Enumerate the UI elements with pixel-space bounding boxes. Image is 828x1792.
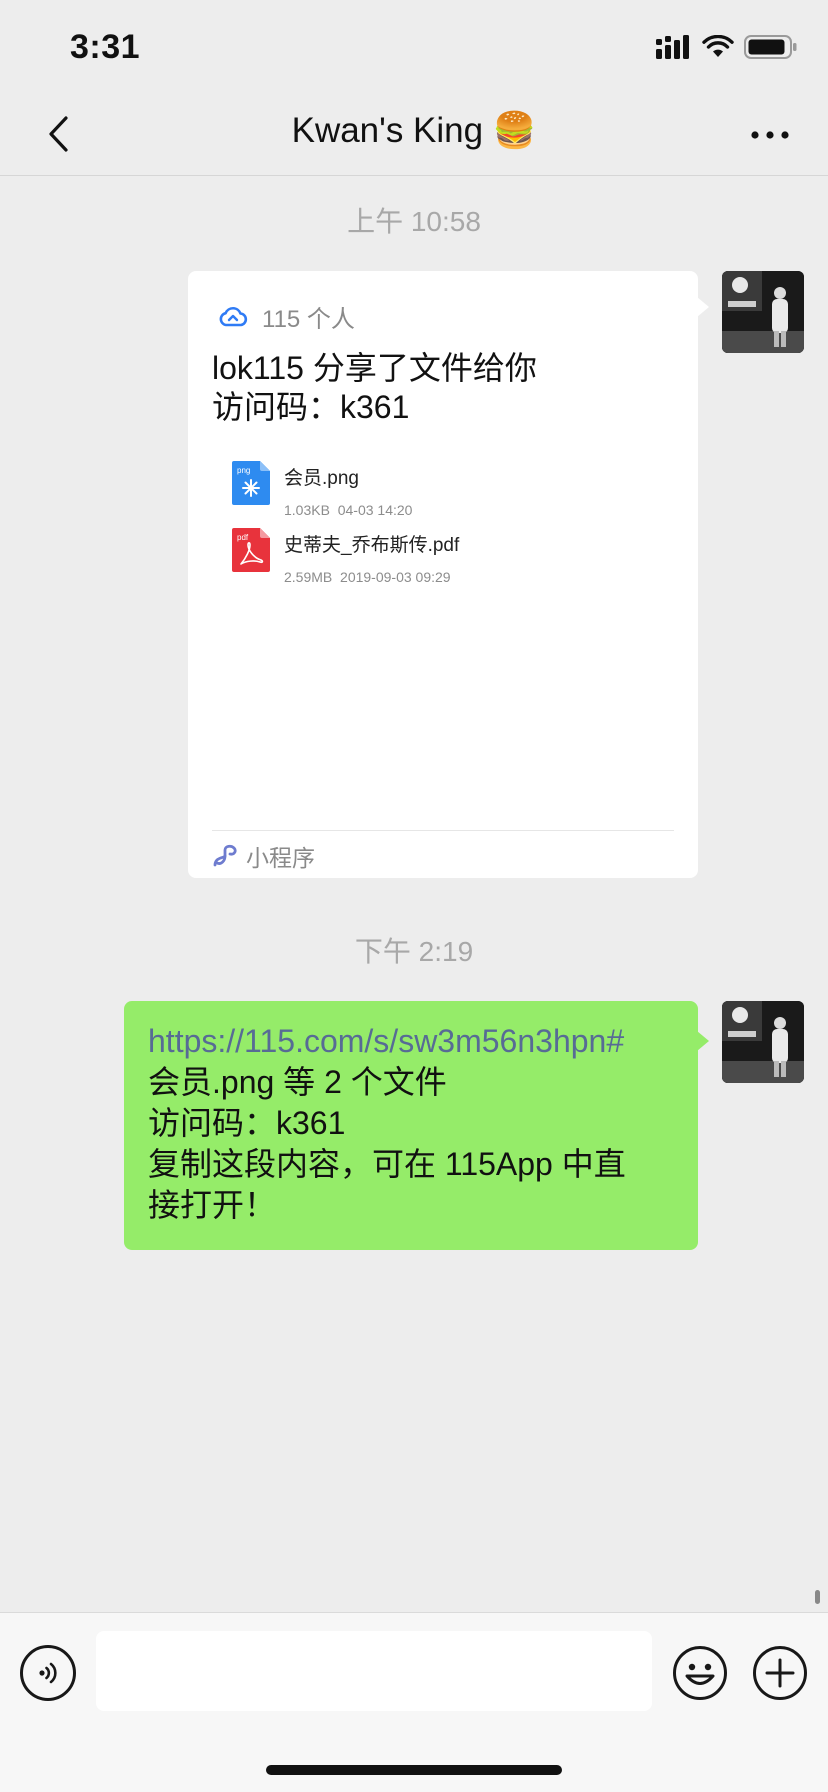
message-timestamp: 上午 10:58 [347, 206, 481, 237]
mini-program-header: 115 个人 [218, 299, 355, 334]
input-bar [0, 1612, 828, 1792]
text-message-bubble[interactable]: https://115.com/s/sw3m56n3hpn# 会员.png 等 … [124, 1001, 709, 1250]
share-title: lok115 分享了文件给你 访问码：k361 [212, 349, 672, 427]
mini-program-card[interactable]: 115 个人 lok115 分享了文件给你 访问码：k361 png 会员.pn… [188, 271, 709, 878]
status-bar: 3:31 [0, 0, 828, 92]
emoji-icon [673, 1646, 727, 1700]
file-name: 会员.png [284, 468, 359, 489]
message-line: 访问码：k361 [148, 1105, 346, 1141]
file-name: 史蒂夫_乔布斯传.pdf [284, 535, 460, 556]
share-title-line: lok115 分享了文件给你 [212, 350, 537, 386]
file-meta: 1.03KB 04-03 14:20 [284, 502, 412, 518]
avatar-photo [722, 271, 804, 353]
file-size: 1.03KB [284, 502, 330, 518]
chat-title: Kwan's King 🍔 [291, 111, 537, 150]
add-icon [753, 1646, 807, 1700]
status-icons [656, 34, 798, 60]
voice-button[interactable] [20, 1645, 76, 1701]
file-date: 2019-09-03 09:29 [340, 569, 451, 585]
file-item[interactable]: pdf 史蒂夫_乔布斯传.pdf 2.59MB 2019-09-03 09:29 [232, 528, 459, 585]
mini-program-label: 小程序 [246, 845, 315, 871]
message-line: 复制这段内容，可在 115App 中直 [148, 1146, 626, 1182]
file-item[interactable]: png 会员.png 1.03KB 04-03 14:20 [232, 461, 412, 518]
avatar[interactable] [722, 1001, 804, 1083]
access-code-line: 访问码：k361 [212, 389, 410, 425]
voice-icon [39, 1662, 57, 1684]
mini-program-icon [213, 844, 237, 867]
mini-program-source: 115 个人 [262, 306, 355, 333]
mini-program-footer: 小程序 [212, 830, 674, 873]
nav-bar: Kwan's King 🍔 [0, 92, 828, 176]
message-input[interactable] [96, 1631, 652, 1711]
svg-text:png: png [237, 466, 250, 475]
message-line: 会员.png 等 2 个文件 [148, 1064, 447, 1100]
file-size: 2.59MB [284, 569, 333, 585]
signal-icon [656, 35, 689, 59]
more-button[interactable] [742, 110, 798, 160]
svg-text:pdf: pdf [237, 533, 249, 542]
share-link[interactable]: https://115.com/s/sw3m56n3hpn# [148, 1021, 674, 1062]
emoji-button[interactable] [672, 1645, 728, 1701]
file-date: 04-03 14:20 [337, 502, 413, 518]
cloud-icon [219, 306, 248, 326]
status-time: 3:31 [70, 28, 141, 66]
pdf-file-icon: pdf [232, 528, 270, 572]
avatar-photo [722, 1001, 804, 1083]
avatar[interactable] [722, 271, 804, 353]
home-indicator[interactable] [266, 1765, 562, 1775]
file-meta: 2.59MB 2019-09-03 09:29 [284, 569, 459, 585]
wifi-icon [702, 35, 734, 57]
scroll-indicator[interactable] [815, 1590, 820, 1604]
file-info: 会员.png 1.03KB 04-03 14:20 [284, 461, 412, 518]
message-line: 接打开！ [148, 1187, 277, 1223]
png-file-icon: png [232, 461, 270, 505]
battery-icon [744, 35, 797, 59]
file-info: 史蒂夫_乔布斯传.pdf 2.59MB 2019-09-03 09:29 [284, 528, 459, 585]
more-dots-icon [751, 131, 789, 139]
add-button[interactable] [752, 1645, 808, 1701]
message-timestamp: 下午 2:19 [354, 936, 474, 967]
